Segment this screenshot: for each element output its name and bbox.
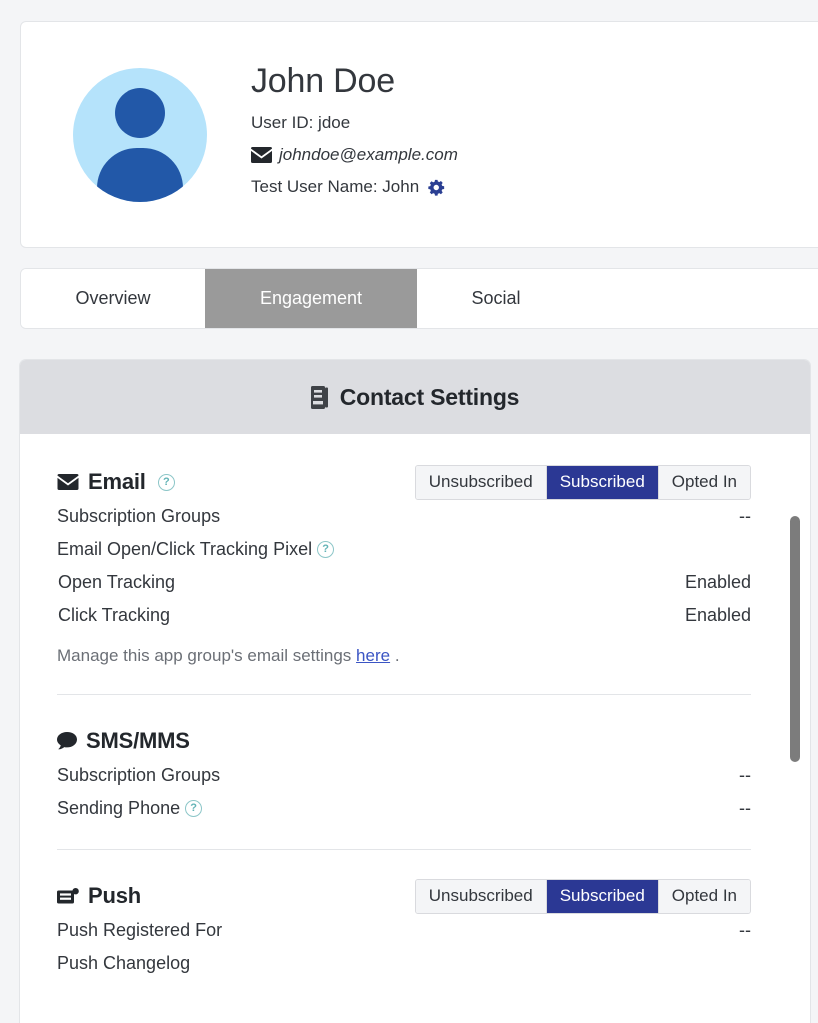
user-id-line: User ID: jdoe xyxy=(251,107,458,139)
push-device-icon xyxy=(57,887,79,905)
contact-settings-panel: Contact Settings Email ? Unsubscribed Su… xyxy=(20,360,810,1023)
section-email-title: Email ? xyxy=(57,469,175,495)
avatar-head-icon xyxy=(115,87,165,138)
row-label: Subscription Groups xyxy=(57,506,221,526)
chat-bubble-icon xyxy=(57,732,77,750)
push-seg-opted-in[interactable]: Opted In xyxy=(658,879,750,913)
envelope-icon xyxy=(251,147,272,164)
row-label: Open Tracking xyxy=(58,572,176,592)
section-push-label: Push xyxy=(88,883,141,908)
row-value: Enabled xyxy=(684,605,751,625)
user-profile-card: John Doe User ID: jdoe johndoe@example.c… xyxy=(20,21,818,248)
email-seg-subscribed[interactable]: Subscribed xyxy=(546,465,659,499)
address-book-icon xyxy=(310,385,328,409)
tab-overview-label: Overview xyxy=(75,288,151,308)
table-row: Sending Phone ? -- xyxy=(57,792,773,825)
email-settings-note: Manage this app group's email settings h… xyxy=(57,632,773,670)
section-email-head: Email ? Unsubscribed Subscribed Opted In xyxy=(57,464,773,500)
email-seg-opted-in[interactable]: Opted In xyxy=(658,465,750,499)
section-sms: SMS/MMS Subscription Groups -- Sending P… xyxy=(57,695,773,850)
push-seg-subscribed[interactable]: Subscribed xyxy=(546,879,659,913)
row-value: -- xyxy=(739,798,751,818)
row-label: Sending Phone xyxy=(57,798,181,818)
row-label-group: Sending Phone ? xyxy=(57,798,203,819)
help-icon-tracking-pixel[interactable]: ? xyxy=(317,541,335,558)
profile-info: John Doe User ID: jdoe johndoe@example.c… xyxy=(251,61,458,207)
table-row: Open Tracking Enabled xyxy=(57,566,773,599)
gear-icon[interactable] xyxy=(428,179,445,196)
tab-social-label: Social xyxy=(471,288,521,308)
table-row: Email Open/Click Tracking Pixel ? xyxy=(57,533,773,566)
section-sms-label: SMS/MMS xyxy=(86,728,190,753)
email-seg-unsubscribed[interactable]: Unsubscribed xyxy=(415,465,547,499)
push-seg-unsubscribed[interactable]: Unsubscribed xyxy=(415,879,547,913)
tab-overview[interactable]: Overview xyxy=(21,269,205,328)
test-user-name-label: Test User Name: John xyxy=(251,177,420,197)
row-value: -- xyxy=(739,920,751,940)
test-user-name-line: Test User Name: John xyxy=(251,171,458,203)
table-row: Click Tracking Enabled xyxy=(57,599,773,632)
email-line: johndoe@example.com xyxy=(251,139,458,171)
section-sms-title: SMS/MMS xyxy=(57,728,190,754)
row-label: Subscription Groups xyxy=(57,765,221,785)
row-value: -- xyxy=(739,765,751,785)
table-row: Subscription Groups -- xyxy=(57,759,773,792)
push-subscription-segmented: Unsubscribed Subscribed Opted In xyxy=(414,878,751,914)
tab-engagement[interactable]: Engagement xyxy=(205,269,417,328)
envelope-icon xyxy=(57,474,79,490)
tab-social[interactable]: Social xyxy=(417,269,575,328)
avatar xyxy=(73,67,207,202)
note-prefix: Manage this app group's email settings xyxy=(57,646,352,665)
section-push-head: Push Unsubscribed Subscribed Opted In xyxy=(57,878,773,914)
table-row: Subscription Groups -- xyxy=(57,500,773,533)
avatar-body-icon xyxy=(97,147,183,202)
row-label: Push Changelog xyxy=(57,953,191,973)
row-value: -- xyxy=(739,506,751,526)
page-root: John Doe User ID: jdoe johndoe@example.c… xyxy=(0,0,818,1023)
contact-settings-header: Contact Settings xyxy=(20,360,810,434)
help-icon-sending-phone[interactable]: ? xyxy=(185,800,203,817)
profile-tabs: Overview Engagement Social xyxy=(20,268,818,329)
email-settings-link[interactable]: here xyxy=(356,646,390,665)
row-label-group: Email Open/Click Tracking Pixel ? xyxy=(57,539,335,560)
note-suffix: . xyxy=(394,646,400,665)
user-id-label: User ID: jdoe xyxy=(251,112,351,132)
contact-settings-body: Email ? Unsubscribed Subscribed Opted In… xyxy=(20,434,810,1023)
tab-engagement-label: Engagement xyxy=(259,288,363,308)
table-row: Push Changelog xyxy=(57,947,773,980)
row-label: Click Tracking xyxy=(58,605,171,625)
page-title: John Doe xyxy=(251,62,395,101)
section-sms-head: SMS/MMS xyxy=(57,723,773,759)
section-push: Push Unsubscribed Subscribed Opted In Pu… xyxy=(57,850,773,980)
section-push-title: Push xyxy=(57,883,141,909)
section-email: Email ? Unsubscribed Subscribed Opted In… xyxy=(57,434,773,695)
section-email-label: Email xyxy=(88,469,146,494)
row-label: Email Open/Click Tracking Pixel xyxy=(57,539,313,559)
panel-scrollbar-thumb[interactable] xyxy=(790,516,800,762)
email-value: johndoe@example.com xyxy=(279,145,458,165)
email-subscription-segmented: Unsubscribed Subscribed Opted In xyxy=(414,464,751,500)
help-icon-email[interactable]: ? xyxy=(157,473,175,491)
table-row: Push Registered For -- xyxy=(57,914,773,947)
row-label: Push Registered For xyxy=(57,920,223,940)
contact-settings-title: Contact Settings xyxy=(339,383,520,410)
row-value: Enabled xyxy=(684,572,751,592)
